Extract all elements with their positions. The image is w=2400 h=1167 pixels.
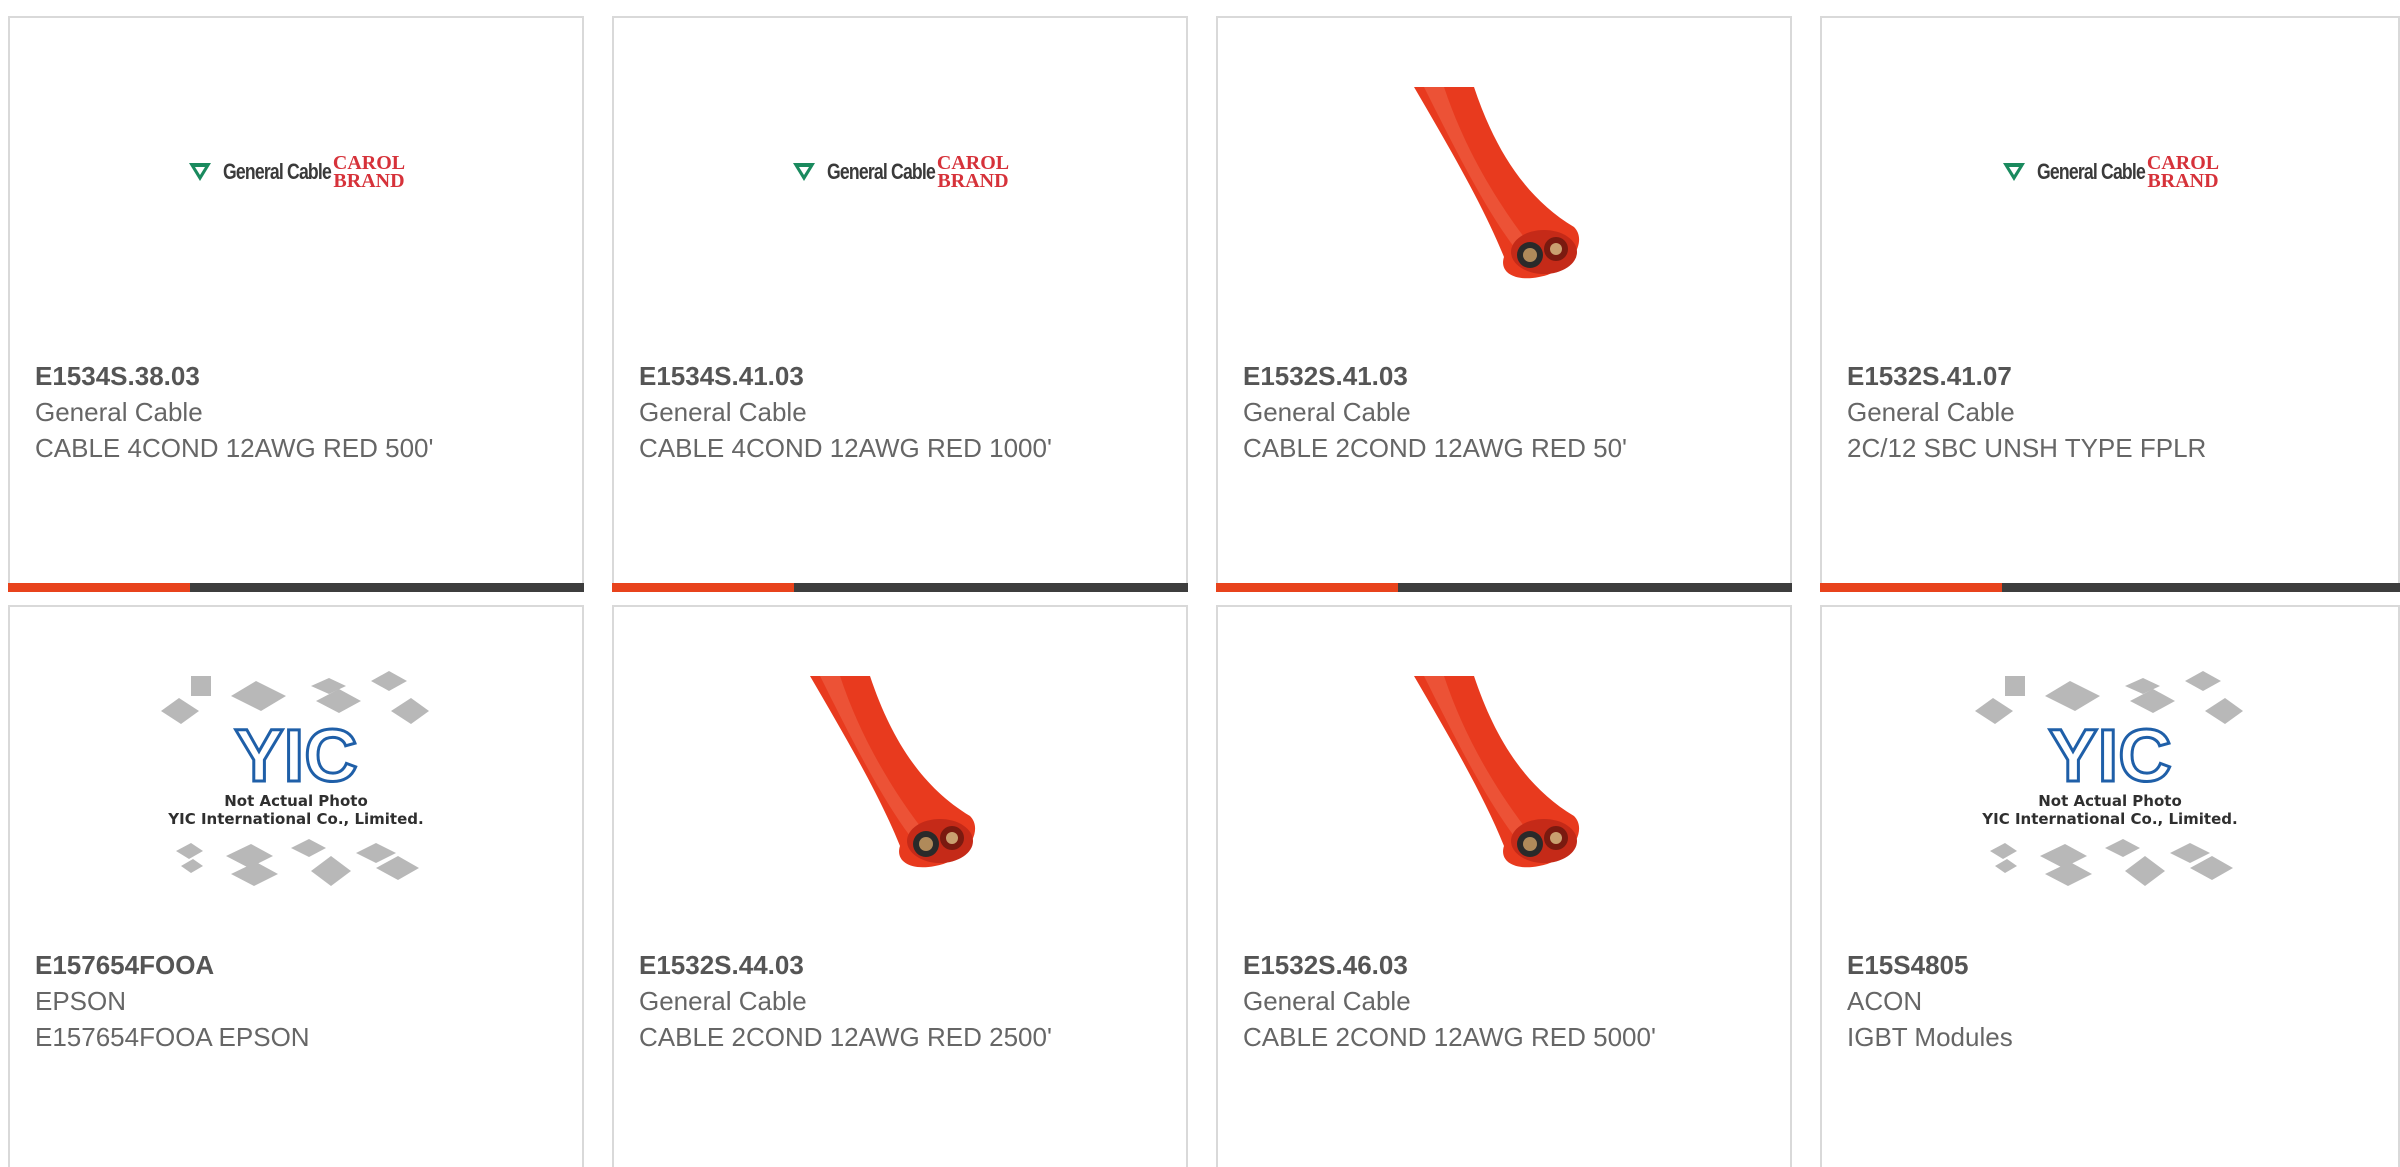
- product-image: YIC Not Actual Photo YIC International C…: [1822, 607, 2398, 945]
- card-hover-bar-accent: [1820, 583, 2002, 592]
- part-number[interactable]: E157654FOOA: [35, 947, 455, 983]
- general-cable-shield-icon: [188, 163, 211, 181]
- card-hover-bar: [1216, 583, 1792, 592]
- manufacturer: General Cable: [639, 397, 807, 427]
- manufacturer: General Cable: [35, 397, 203, 427]
- product-info: E1532S.41.03 General Cable CABLE 2COND 1…: [1243, 358, 1663, 466]
- logo-carol-brand: CAROL BRAND: [937, 153, 1009, 192]
- general-cable-logo: General Cable CAROL BRAND: [187, 153, 405, 192]
- product-card[interactable]: E1532S.46.03 General Cable CABLE 2COND 1…: [1216, 605, 1792, 1167]
- red-cable-photo: [1404, 676, 1604, 876]
- description: CABLE 4COND 12AWG RED 1000': [639, 433, 1052, 463]
- manufacturer: EPSON: [35, 986, 127, 1016]
- card-hover-bar-accent: [612, 583, 794, 592]
- placeholder-line1: Not Actual Photo: [224, 792, 368, 810]
- product-info: E1532S.44.03 General Cable CABLE 2COND 1…: [639, 947, 1059, 1055]
- logo-general-cable-text: General Cable: [2036, 159, 2146, 184]
- product-image: [614, 607, 1186, 945]
- manufacturer: General Cable: [1243, 986, 1411, 1016]
- card-hover-bar-accent: [1216, 583, 1398, 592]
- logo-general-cable-text: General Cable: [222, 159, 332, 184]
- description: CABLE 2COND 12AWG RED 2500': [639, 1022, 1052, 1052]
- part-number[interactable]: E1532S.44.03: [639, 947, 1059, 983]
- yic-logo-text: YIC: [2048, 714, 2171, 797]
- general-cable-logo: General Cable CAROL BRAND: [2001, 153, 2219, 192]
- product-info: E1534S.41.03 General Cable CABLE 4COND 1…: [639, 358, 1059, 466]
- yic-logo-text: YIC: [234, 714, 357, 797]
- product-card[interactable]: General Cable CAROL BRAND E1532S.41.07 G…: [1820, 16, 2400, 592]
- general-cable-logo: General Cable CAROL BRAND: [791, 153, 1009, 192]
- card-hover-bar: [8, 583, 584, 592]
- description: IGBT Modules: [1847, 1022, 2013, 1052]
- logo-carol-brand: CAROL BRAND: [2147, 153, 2219, 192]
- logo-general-cable-text: General Cable: [826, 159, 936, 184]
- manufacturer: ACON: [1847, 986, 1923, 1016]
- logo-carol-brand: CAROL BRAND: [333, 153, 405, 192]
- product-grid: General Cable CAROL BRAND E1534S.38.03 G…: [0, 0, 2400, 1167]
- product-info: E1532S.46.03 General Cable CABLE 2COND 1…: [1243, 947, 1663, 1055]
- placeholder-line2: YIC International Co., Limited.: [167, 810, 423, 828]
- product-card[interactable]: YIC Not Actual Photo YIC International C…: [1820, 605, 2400, 1167]
- card-hover-bar: [1820, 583, 2400, 592]
- manufacturer: General Cable: [639, 986, 807, 1016]
- description: CABLE 2COND 12AWG RED 50': [1243, 433, 1628, 463]
- description: CABLE 4COND 12AWG RED 500': [35, 433, 434, 463]
- logo-carol-line2: BRAND: [2147, 170, 2219, 192]
- general-cable-shield-icon: [792, 163, 815, 181]
- part-number[interactable]: E1534S.41.03: [639, 358, 1059, 394]
- product-image: General Cable CAROL BRAND: [1822, 18, 2398, 356]
- yic-placeholder-image: YIC Not Actual Photo YIC International C…: [161, 671, 429, 886]
- product-card[interactable]: E1532S.44.03 General Cable CABLE 2COND 1…: [612, 605, 1188, 1167]
- description: CABLE 2COND 12AWG RED 5000': [1243, 1022, 1656, 1052]
- product-image: General Cable CAROL BRAND: [10, 18, 582, 356]
- description: 2C/12 SBC UNSH TYPE FPLR: [1847, 433, 2207, 463]
- part-number[interactable]: E1532S.41.03: [1243, 358, 1663, 394]
- part-number[interactable]: E1534S.38.03: [35, 358, 455, 394]
- description: E157654FOOA EPSON: [35, 1022, 310, 1052]
- general-cable-shield-icon: [2002, 163, 2025, 181]
- product-image: General Cable CAROL BRAND: [614, 18, 1186, 356]
- part-number[interactable]: E15S4805: [1847, 947, 2267, 983]
- product-info: E15S4805 ACON IGBT Modules: [1847, 947, 2267, 1055]
- red-cable-photo: [800, 676, 1000, 876]
- logo-carol-line2: BRAND: [937, 170, 1009, 192]
- placeholder-line2: YIC International Co., Limited.: [1981, 810, 2237, 828]
- manufacturer: General Cable: [1243, 397, 1411, 427]
- product-card[interactable]: E1532S.41.03 General Cable CABLE 2COND 1…: [1216, 16, 1792, 592]
- product-image: [1218, 18, 1790, 356]
- red-cable-photo: [1404, 87, 1604, 287]
- part-number[interactable]: E1532S.46.03: [1243, 947, 1663, 983]
- product-image: YIC Not Actual Photo YIC International C…: [10, 607, 582, 945]
- yic-placeholder-image: YIC Not Actual Photo YIC International C…: [1975, 671, 2243, 886]
- product-card[interactable]: General Cable CAROL BRAND E1534S.41.03 G…: [612, 16, 1188, 592]
- card-hover-bar: [612, 583, 1188, 592]
- product-info: E1532S.41.07 General Cable 2C/12 SBC UNS…: [1847, 358, 2267, 466]
- logo-carol-line2: BRAND: [333, 170, 405, 192]
- card-hover-bar-accent: [8, 583, 190, 592]
- product-info: E1534S.38.03 General Cable CABLE 4COND 1…: [35, 358, 455, 466]
- product-card[interactable]: YIC Not Actual Photo YIC International C…: [8, 605, 584, 1167]
- manufacturer: General Cable: [1847, 397, 2015, 427]
- product-card[interactable]: General Cable CAROL BRAND E1534S.38.03 G…: [8, 16, 584, 592]
- placeholder-line1: Not Actual Photo: [2038, 792, 2182, 810]
- part-number[interactable]: E1532S.41.07: [1847, 358, 2267, 394]
- product-image: [1218, 607, 1790, 945]
- product-info: E157654FOOA EPSON E157654FOOA EPSON: [35, 947, 455, 1055]
